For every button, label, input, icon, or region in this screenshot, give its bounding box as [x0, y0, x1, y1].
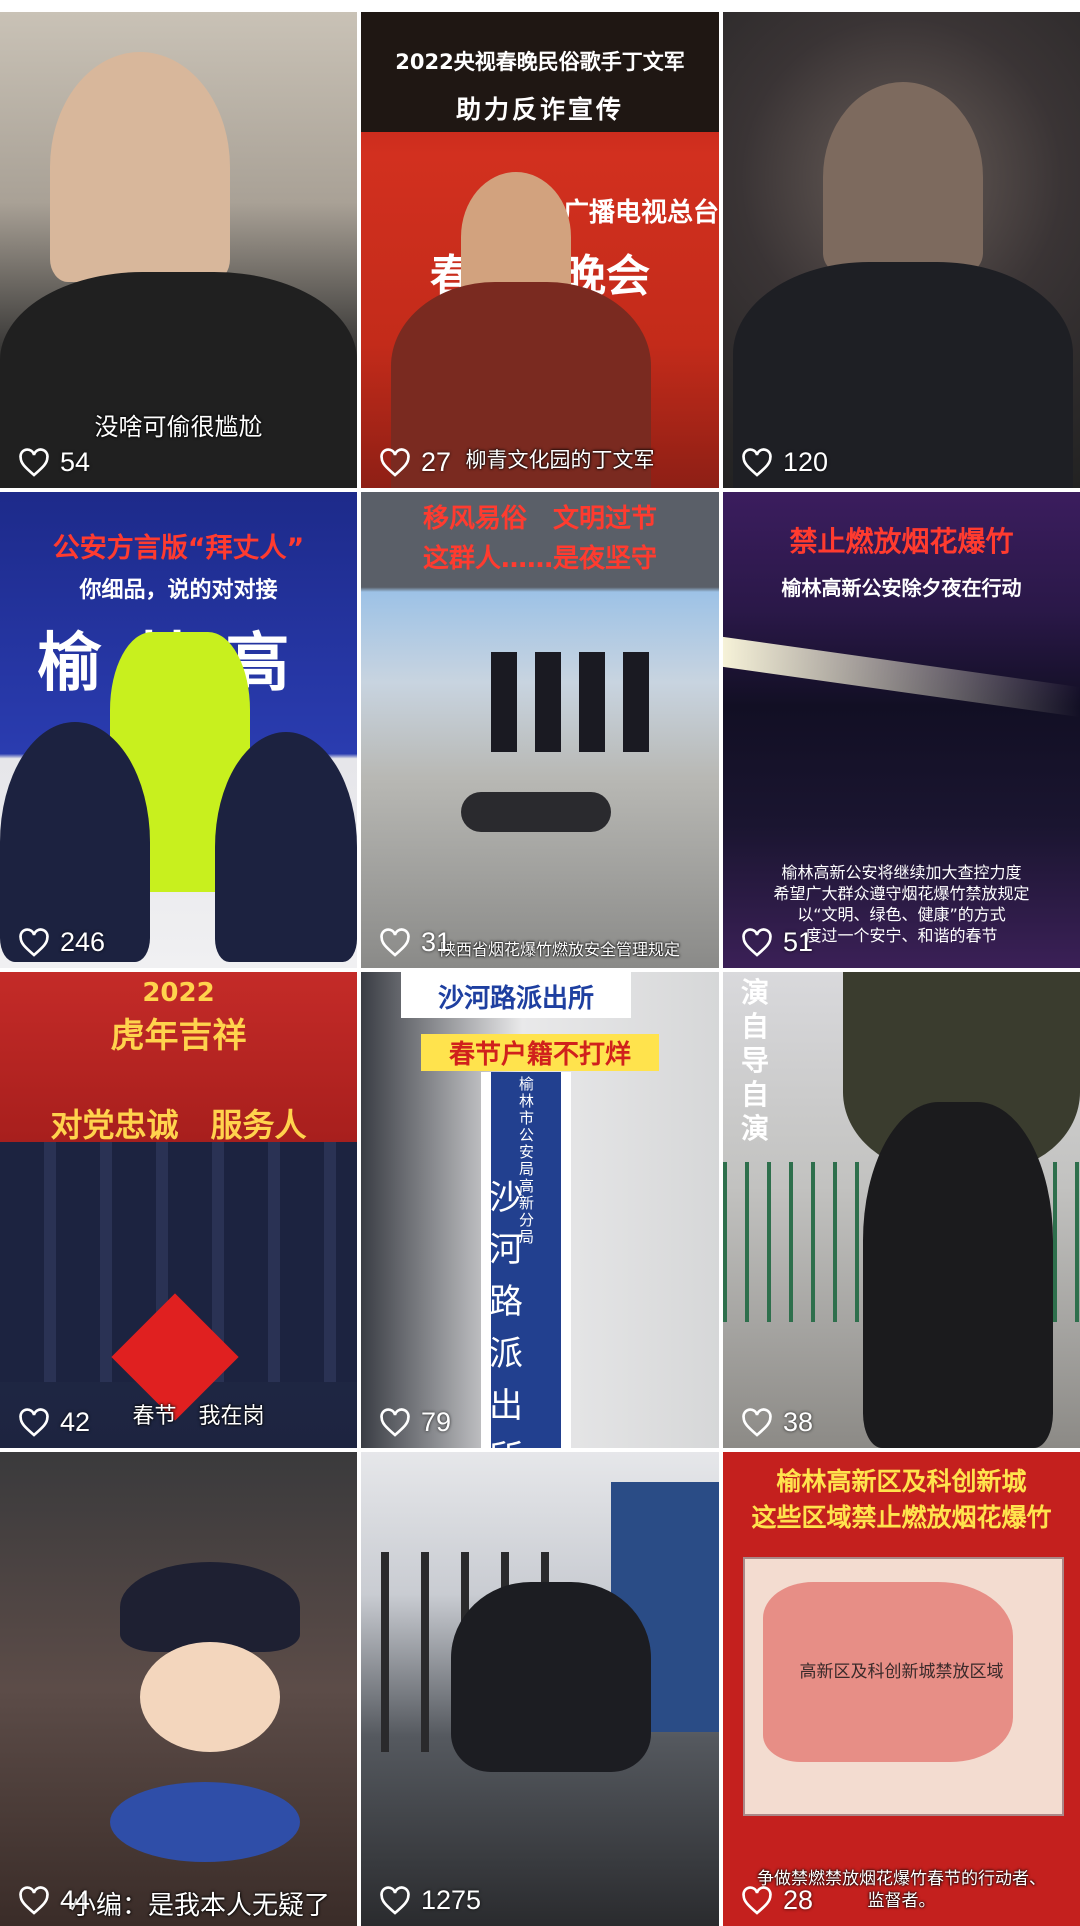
like-count-value: 27: [421, 447, 452, 477]
like-count-value: 51: [783, 927, 814, 957]
uniform-figure: [215, 732, 357, 962]
video-tile[interactable]: 2022 虎年吉祥 对党忠诚 服务人 春节 我在岗 42: [0, 972, 357, 1448]
video-caption: 小编：是我本人无疑了: [70, 1891, 331, 1921]
banner-subtitle: 助力反诈宣传: [455, 95, 624, 124]
banner-title: 沙河路派出所: [437, 984, 594, 1014]
heart-outline-icon: [742, 1407, 772, 1437]
overlay-text: 对党忠诚 服务人: [50, 1106, 307, 1144]
video-tile[interactable]: 移风易俗 文明过节 这群人……是夜坚守 陕西省烟花爆竹燃放安全管理规定 31: [361, 492, 719, 968]
like-count-value: 1275: [421, 1885, 482, 1915]
heart-outline-icon: [742, 447, 772, 477]
like-count: 42: [18, 1407, 90, 1438]
video-tile[interactable]: 沙河路派出所 春节户籍不打烊 榆林市公安局高新分局 沙河路派出所 79: [361, 972, 719, 1448]
figurine-base: [110, 1782, 300, 1862]
like-count: 54: [18, 447, 90, 478]
banner-subtitle: 榆林高新公安除夕夜在行动: [781, 576, 1022, 600]
video-tile[interactable]: 小编：是我本人无疑了 44: [0, 1452, 357, 1926]
like-count-value: 54: [60, 447, 91, 477]
like-count-value: 31: [421, 927, 452, 957]
heart-outline-icon: [380, 927, 410, 957]
like-count: 38: [741, 1407, 813, 1438]
heart-outline-icon: [19, 1407, 49, 1437]
heart-outline-icon: [380, 1885, 410, 1915]
heart-outline-icon: [742, 927, 772, 957]
notice-line: 希望广大群众遵守烟花爆竹禁放规定: [773, 884, 1030, 903]
like-count-value: 79: [421, 1407, 452, 1437]
person-figure: [50, 52, 230, 282]
like-count-value: 120: [783, 447, 829, 477]
heart-outline-icon: [742, 1885, 772, 1915]
like-count: 1275: [379, 1885, 481, 1916]
banner-title: 移风易俗 文明过节: [422, 504, 657, 534]
video-tile[interactable]: 没啥可偷很尴尬 54: [0, 12, 357, 488]
banner-title: 榆林高新区及科创新城: [776, 1467, 1027, 1496]
video-grid: 没啥可偷很尴尬 54 2022央视春晚民俗歌手丁文军 助力反诈宣传 中央广播电视…: [0, 0, 1080, 1926]
video-tile[interactable]: 榆林高新区及科创新城 这些区域禁止燃放烟花爆竹 高新区及科创新城禁放区域 争做禁…: [723, 1452, 1080, 1926]
banner-subtitle: 虎年吉祥: [110, 1016, 247, 1056]
heart-outline-icon: [19, 927, 49, 957]
police-figurine-hat: [120, 1562, 300, 1652]
map-label: 高新区及科创新城禁放区域: [799, 1662, 1004, 1682]
like-count: 44: [18, 1885, 90, 1916]
heart-outline-icon: [19, 447, 49, 477]
person-figure: [863, 1102, 1053, 1448]
banner-title: 2022央视春晚民俗歌手丁文军: [395, 50, 685, 74]
video-caption: 没啥可偷很尴尬: [94, 413, 263, 441]
heart-outline-icon: [380, 1407, 410, 1437]
video-tile[interactable]: 公安方言版“拜丈人” 你细品，说的对对接 榆林高新 246: [0, 492, 357, 968]
video-tile[interactable]: 120: [723, 12, 1080, 488]
police-officers: [491, 652, 661, 752]
banner-title: 禁止燃放烟花爆竹: [789, 525, 1014, 558]
heart-outline-icon: [380, 447, 410, 477]
banner-subtitle: 春节户籍不打烊: [421, 1034, 659, 1071]
banner-subtitle: 你细品，说的对对接: [79, 578, 278, 603]
video-tile[interactable]: 2022央视春晚民俗歌手丁文军 助力反诈宣传 中央广播电视总台 春联欢晚会 柳青…: [361, 12, 719, 488]
notice-line: 榆林高新公安将继续加大查控力度: [781, 863, 1022, 882]
person-figure: [451, 1582, 651, 1772]
uniform-figure: [0, 722, 150, 962]
like-count-value: 44: [60, 1885, 91, 1915]
police-figurine-face: [140, 1642, 280, 1752]
drone-shape: [461, 792, 611, 832]
like-count: 31: [379, 927, 451, 958]
person-figure: [823, 82, 983, 272]
video-tile[interactable]: 演自导自演 38: [723, 972, 1080, 1448]
like-count-value: 42: [60, 1407, 91, 1437]
banner-subtitle: 这些区域禁止燃放烟花爆竹: [751, 1503, 1052, 1532]
video-tile[interactable]: 1275: [361, 1452, 719, 1926]
overlay-text-vertical: 演自导自演: [741, 976, 770, 1145]
like-count-value: 246: [60, 927, 106, 957]
like-count: 28: [741, 1885, 813, 1916]
sign-big: 沙河路派出所: [489, 1178, 523, 1448]
like-count-value: 28: [783, 1885, 814, 1915]
banner-subtitle: 这群人……是夜坚守: [422, 544, 657, 574]
like-count: 51: [741, 927, 813, 958]
like-count-value: 38: [783, 1407, 814, 1437]
like-count: 120: [741, 447, 828, 478]
video-tile[interactable]: 禁止燃放烟花爆竹 榆林高新公安除夕夜在行动 榆林高新公安将继续加大查控力度 希望…: [723, 492, 1080, 968]
banner-title: 2022: [142, 978, 215, 1008]
heart-outline-icon: [19, 1885, 49, 1915]
like-count: 27: [379, 447, 451, 478]
like-count: 79: [379, 1407, 451, 1438]
banner-title: 公安方言版“拜丈人”: [52, 533, 305, 564]
notice-line: 以“文明、绿色、健康”的方式: [797, 905, 1006, 924]
like-count: 246: [18, 927, 105, 958]
